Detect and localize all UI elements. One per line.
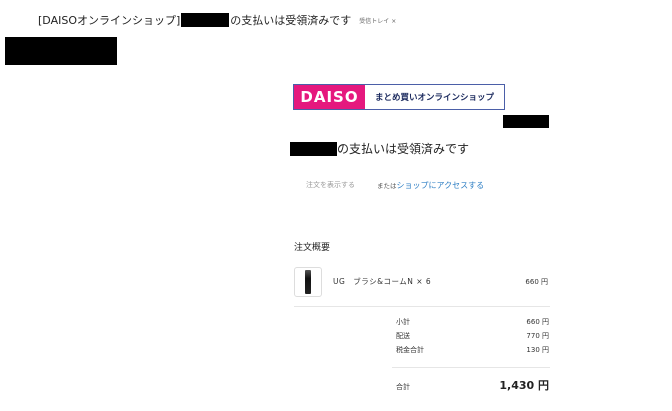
or-label: または	[377, 182, 397, 190]
subject-prefix: [DAISOオンラインショップ]	[38, 14, 181, 27]
logo-tagline: まとめ買いオンラインショップ	[374, 93, 494, 103]
shipping-row: 配送 770 円	[396, 331, 549, 341]
daiso-logo: DAISO まとめ買いオンラインショップ	[293, 84, 505, 110]
redacted-order-number	[181, 13, 230, 27]
product-price: 660 円	[525, 278, 548, 286]
total-value: 1,430 円	[499, 379, 549, 392]
total-label: 合計	[396, 383, 410, 391]
subtotal-value: 660 円	[526, 318, 549, 326]
redacted-order-id	[503, 115, 549, 128]
tax-value: 130 円	[526, 346, 549, 354]
order-summary-title: 注文概要	[294, 243, 331, 253]
shop-link[interactable]: ショップにアクセスする	[397, 180, 485, 191]
tax-label: 税金合計	[396, 346, 424, 354]
product-image	[294, 267, 322, 297]
logo-brand: DAISO	[294, 85, 365, 109]
total-row: 合計 1,430 円	[396, 377, 549, 393]
or-text-group: または ショップにアクセスする	[377, 180, 484, 191]
shipping-value: 770 円	[526, 332, 549, 340]
total-divider	[392, 367, 550, 368]
payment-heading: の支払いは受領済みです	[290, 140, 469, 157]
subtotal-row: 小計 660 円	[396, 317, 549, 327]
brush-image	[305, 270, 311, 294]
shipping-label: 配送	[396, 332, 410, 340]
redacted-sender	[5, 37, 117, 65]
tax-row: 税金合計 130 円	[396, 345, 549, 355]
subject-suffix: の支払いは受領済みです	[230, 14, 352, 27]
inbox-label-tag[interactable]: 受信トレイ ×	[359, 16, 396, 25]
heading-text: の支払いは受領済みです	[337, 142, 470, 156]
product-name: UG ブラシ&コームN × 6	[333, 277, 432, 286]
summary-divider	[294, 306, 550, 307]
subtotal-label: 小計	[396, 318, 410, 326]
view-order-button[interactable]: 注文を表示する	[306, 180, 355, 190]
email-subject: [DAISOオンラインショップ] の支払いは受領済みです 受信トレイ ×	[38, 12, 396, 28]
redacted-heading-order	[290, 141, 337, 156]
